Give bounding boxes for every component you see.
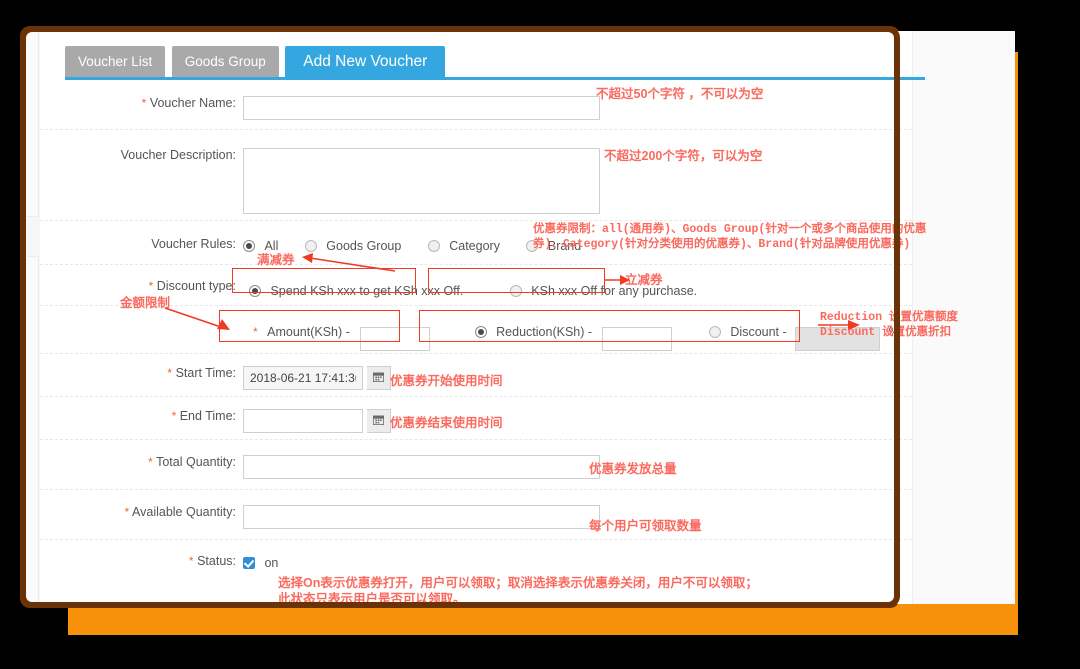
decorative-brown-frame-border [20, 26, 900, 608]
screenshot-root: Voucher List Goods Group Add New Voucher… [0, 0, 1080, 669]
